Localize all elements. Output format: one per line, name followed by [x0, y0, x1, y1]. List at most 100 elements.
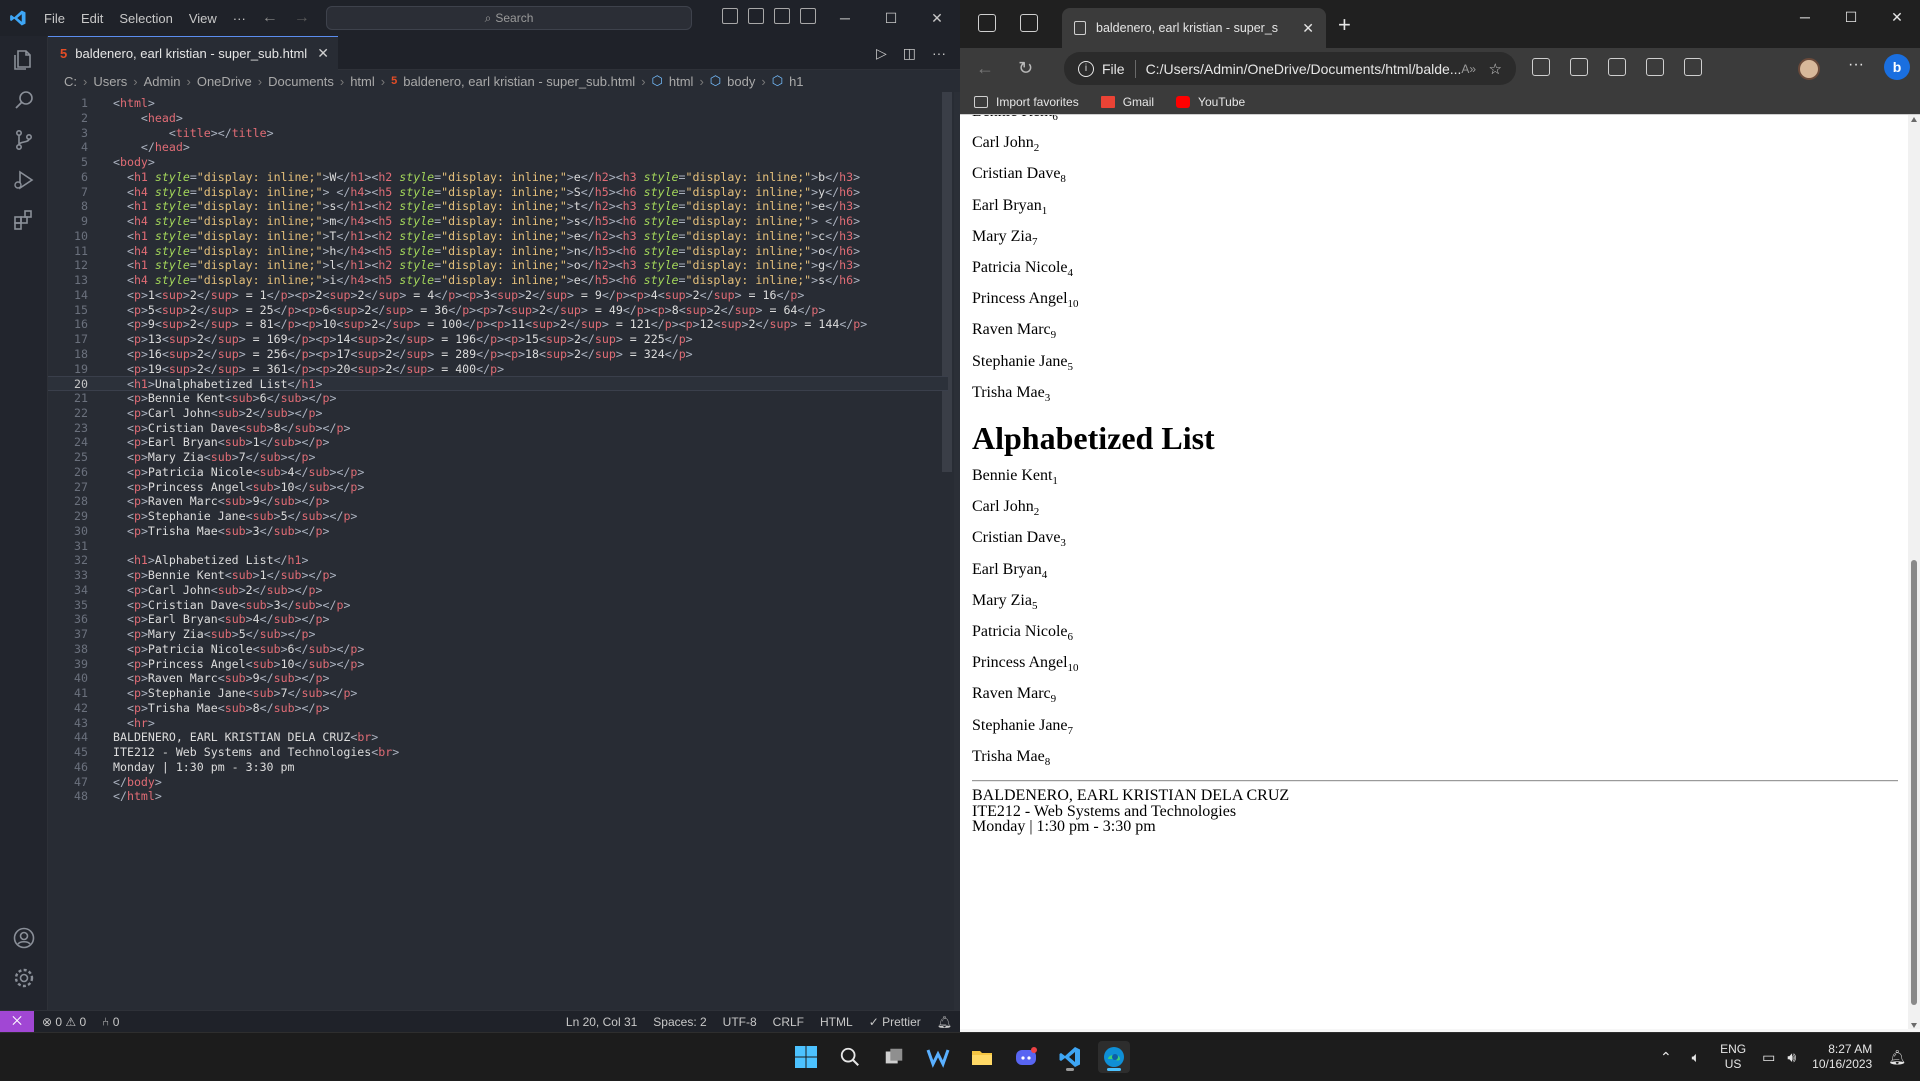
network-icon[interactable]: ▭: [1756, 1049, 1781, 1066]
task-view-icon[interactable]: [878, 1041, 910, 1073]
breadcrumb-documents[interactable]: Documents: [268, 74, 334, 89]
more-actions-icon[interactable]: ···: [932, 45, 946, 62]
code-line[interactable]: 36 <p>Earl Bryan<sub>4</sub></p>: [48, 612, 948, 627]
remote-indicator-icon[interactable]: ⨉: [0, 1010, 34, 1033]
toggle-secondary-sidebar-icon[interactable]: [774, 8, 790, 24]
code-line[interactable]: 9 <h4 style="display: inline;">m</h4><h5…: [48, 214, 948, 229]
code-line[interactable]: 4 </head>: [48, 140, 948, 155]
breadcrumb-users[interactable]: Users: [93, 74, 127, 89]
code-line[interactable]: 32 <h1>Alphabetized List</h1>: [48, 553, 948, 568]
vscode-taskbar-icon[interactable]: [1054, 1041, 1086, 1073]
minimize-icon[interactable]: ─: [1782, 0, 1828, 34]
scroll-down-arrow-icon[interactable]: [1911, 1023, 1917, 1028]
code-line[interactable]: 26 <p>Patricia Nicole<sub>4</sub></p>: [48, 465, 948, 480]
clock[interactable]: 8:27 AM 10/16/2023: [1802, 1042, 1882, 1072]
prettier-status[interactable]: ✓ Prettier: [861, 1015, 929, 1029]
refresh-icon[interactable]: ↻: [1018, 58, 1033, 79]
collections-icon[interactable]: [1646, 58, 1664, 76]
page-scrollbar[interactable]: [1908, 115, 1920, 1029]
close-icon[interactable]: ✕: [1874, 0, 1920, 34]
notifications-bell-icon[interactable]: 🔔︎: [929, 1015, 960, 1029]
read-aloud-icon[interactable]: A»: [1461, 62, 1476, 76]
code-line[interactable]: 8 <h1 style="display: inline;">s</h1><h2…: [48, 199, 948, 214]
code-line[interactable]: 43 <hr>: [48, 716, 948, 731]
code-line[interactable]: 13 <h4 style="display: inline;">i</h4><h…: [48, 273, 948, 288]
favorite-gmail[interactable]: Gmail: [1100, 95, 1154, 109]
show-hidden-icons-chevron-icon[interactable]: ⌃: [1650, 1049, 1682, 1066]
forward-arrow-icon[interactable]: →: [286, 9, 318, 27]
code-line[interactable]: 29 <p>Stephanie Jane<sub>5</sub></p>: [48, 509, 948, 524]
edge-taskbar-icon[interactable]: [1098, 1041, 1130, 1073]
notification-bell-icon[interactable]: 🔔︎: [1882, 1049, 1920, 1066]
widgets-app-icon[interactable]: [922, 1041, 954, 1073]
explorer-icon[interactable]: [12, 48, 36, 72]
breadcrumb-h1[interactable]: h1: [789, 74, 803, 89]
address-bar[interactable]: i File C:/Users/Admin/OneDrive/Documents…: [1064, 52, 1516, 85]
code-line[interactable]: 42 <p>Trisha Mae<sub>8</sub></p>: [48, 701, 948, 716]
close-tab-icon[interactable]: ✕: [1302, 20, 1314, 37]
code-line[interactable]: 37 <p>Mary Zia<sub>5</sub></p>: [48, 627, 948, 642]
code-line[interactable]: 27 <p>Princess Angel<sub>10</sub></p>: [48, 480, 948, 495]
favorite-star-icon[interactable]: ☆: [1489, 60, 1502, 78]
code-line[interactable]: 41 <p>Stephanie Jane<sub>7</sub></p>: [48, 686, 948, 701]
code-line[interactable]: 34 <p>Carl John<sub>2</sub></p>: [48, 583, 948, 598]
code-editor[interactable]: 1 <html> 2 <head> 3 <title></title> 4 </head…: [48, 92, 960, 1010]
search-icon[interactable]: [12, 88, 36, 112]
menu-edit[interactable]: Edit: [73, 11, 111, 26]
code-line[interactable]: 21 <p>Bennie Kent<sub>6</sub></p>: [48, 391, 948, 406]
browser-essentials-icon[interactable]: [1684, 58, 1702, 76]
breadcrumb-html-folder[interactable]: html: [350, 74, 375, 89]
file-explorer-icon[interactable]: [966, 1041, 998, 1073]
code-line[interactable]: 40 <p>Raven Marc<sub>9</sub></p>: [48, 671, 948, 686]
code-line[interactable]: 30 <p>Trisha Mae<sub>3</sub></p>: [48, 524, 948, 539]
toggle-sidebar-icon[interactable]: [722, 8, 738, 24]
code-line[interactable]: 20 <h1>Unalphabetized List</h1>: [48, 376, 948, 392]
code-line[interactable]: 12 <h1 style="display: inline;">l</h1><h…: [48, 258, 948, 273]
indentation[interactable]: Spaces: 2: [645, 1015, 714, 1029]
ports-count[interactable]: ⑃ 0: [94, 1015, 127, 1029]
run-debug-icon[interactable]: [12, 168, 36, 192]
breadcrumb-file[interactable]: baldenero, earl kristian - super_sub.htm…: [403, 74, 635, 89]
favorite-youtube[interactable]: YouTube: [1176, 95, 1245, 109]
split-editor-icon[interactable]: ◫: [903, 45, 916, 62]
code-line[interactable]: 1 <html>: [48, 96, 948, 111]
code-line[interactable]: 7 <h4 style="display: inline;"> </h4><h5…: [48, 185, 948, 200]
code-line[interactable]: 14 <p>1<sup>2</sup> = 1</p><p>2<sup>2</s…: [48, 288, 948, 303]
command-center-search[interactable]: ⌕ Search: [326, 6, 692, 30]
customize-layout-icon[interactable]: [800, 8, 816, 24]
manage-gear-icon[interactable]: [12, 966, 36, 990]
page-viewport[interactable]: Bennie Kent6Carl John2Cristian Dave8Earl…: [960, 114, 1920, 1029]
maximize-icon[interactable]: ☐: [868, 0, 914, 36]
tab-actions-icon[interactable]: [1020, 14, 1038, 32]
language-mode[interactable]: HTML: [812, 1015, 861, 1029]
speaker-icon[interactable]: 🔊︎: [1781, 1049, 1802, 1066]
minimize-icon[interactable]: ─: [822, 0, 868, 36]
browser-tab[interactable]: baldenero, earl kristian - super_s ✕: [1062, 8, 1326, 48]
code-line[interactable]: 23 <p>Cristian Dave<sub>8</sub></p>: [48, 421, 948, 436]
code-line[interactable]: 6 <h1 style="display: inline;">W</h1><h2…: [48, 170, 948, 185]
menu-selection[interactable]: Selection: [111, 11, 180, 26]
code-line[interactable]: 22 <p>Carl John<sub>2</sub></p>: [48, 406, 948, 421]
menu-more[interactable]: ···: [225, 11, 254, 26]
start-windows-icon[interactable]: [790, 1041, 822, 1073]
breadcrumb-html[interactable]: html: [669, 74, 694, 89]
scroll-up-arrow-icon[interactable]: [1911, 117, 1917, 122]
encoding[interactable]: UTF-8: [715, 1015, 765, 1029]
code-line[interactable]: 31: [48, 539, 948, 554]
code-line[interactable]: 47 </body>: [48, 775, 948, 790]
code-line[interactable]: 48 </html>: [48, 789, 948, 804]
back-icon[interactable]: ←: [976, 58, 994, 79]
code-line[interactable]: 45 ITE212 - Web Systems and Technologies<…: [48, 745, 948, 760]
code-line[interactable]: 2 <head>: [48, 111, 948, 126]
code-line[interactable]: 5 <body>: [48, 155, 948, 170]
end-of-line[interactable]: CRLF: [765, 1015, 812, 1029]
code-line[interactable]: 38 <p>Patricia Nicole<sub>6</sub></p>: [48, 642, 948, 657]
code-line[interactable]: 3 <title></title>: [48, 126, 948, 141]
code-line[interactable]: 24 <p>Earl Bryan<sub>1</sub></p>: [48, 435, 948, 450]
source-control-icon[interactable]: [12, 128, 36, 152]
problems-count[interactable]: ⊗ 0 ⚠ 0: [34, 1015, 94, 1029]
profile-avatar[interactable]: [1798, 58, 1820, 80]
code-line[interactable]: 18 <p>16<sup>2</sup> = 256</p><p>17<sup>…: [48, 347, 948, 362]
breadcrumb-body[interactable]: body: [727, 74, 755, 89]
code-line[interactable]: 19 <p>19<sup>2</sup> = 361</p><p>20<sup>…: [48, 362, 948, 377]
